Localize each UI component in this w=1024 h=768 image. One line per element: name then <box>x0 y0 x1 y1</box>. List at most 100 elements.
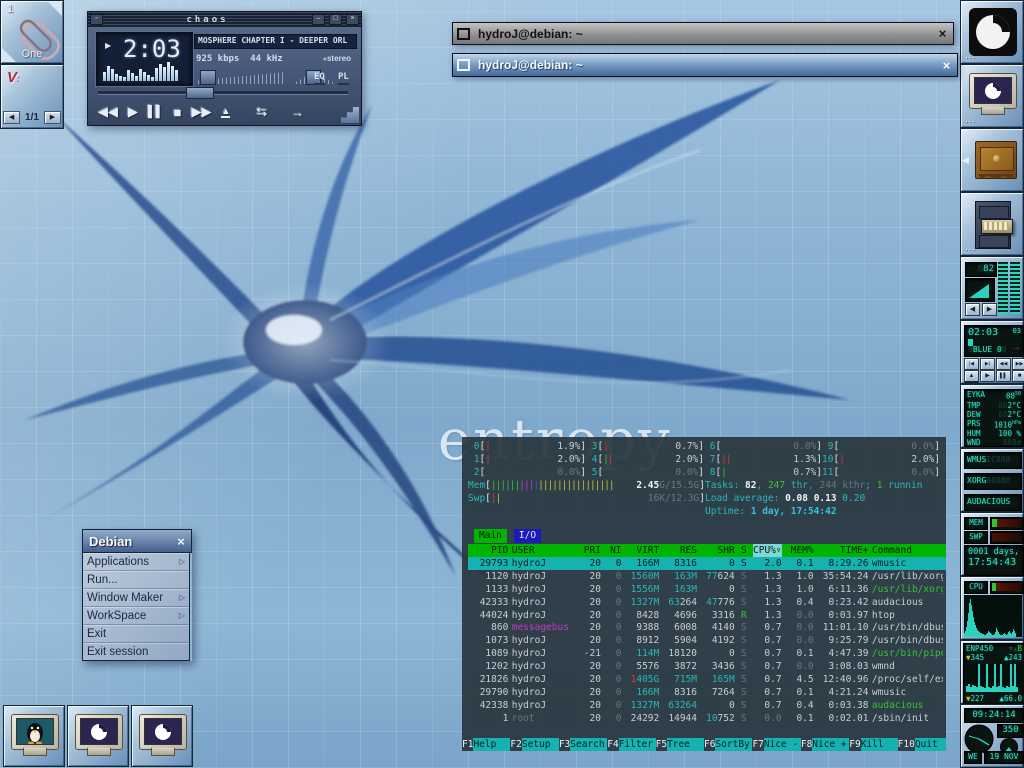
fkey-kill[interactable]: F9Kill <box>849 738 897 751</box>
column-header-command[interactable]: Command <box>872 544 943 557</box>
process-row[interactable]: 1202hydroJ200557638723436S0.70.03:08.03w… <box>468 660 946 673</box>
player-minimize-button[interactable]: – <box>312 14 325 25</box>
dock-tile-wmusic[interactable]: 02:03 03 8BLUE 08 → |◀ ▶| ◀◀ ▶▶ ▲ ▶ ▌▌ ■ <box>960 320 1024 384</box>
stop-button[interactable]: ■ <box>1012 370 1024 382</box>
menu-titlebar[interactable]: Debian × <box>82 529 192 553</box>
pager-next-button[interactable]: ▶ <box>44 111 61 124</box>
column-header-pri[interactable]: PRI <box>578 544 601 557</box>
dock-tile-mixer[interactable]: 882 ◀ ▶ <box>960 256 1024 320</box>
process-row[interactable]: 42338hydroJ2001327M632640S0.70.40:03.38a… <box>468 699 946 712</box>
player-titlebar[interactable]: ▫ chaos – □ × <box>88 12 361 27</box>
play-button[interactable]: ▶ <box>128 104 138 120</box>
dock-tile-app-displays[interactable]: WMUSIC888XORG88888AUDACIOUS <box>960 448 1024 512</box>
menu-item-exit[interactable]: Exit <box>83 625 189 643</box>
pause-button[interactable]: ▌▌ <box>148 106 164 118</box>
close-icon[interactable]: × <box>938 57 955 74</box>
menu-item-applications[interactable]: Applications▷ <box>83 553 189 571</box>
drawer-collapse-arrow[interactable]: ◀ <box>962 155 969 166</box>
terminal-window-1-titlebar[interactable]: hydroJ@debian: ~ × <box>452 22 954 45</box>
process-row[interactable]: 29790hydroJ200166M83167264S0.70.14:21.24… <box>468 686 946 699</box>
column-header-shr[interactable]: SHR <box>700 544 734 557</box>
pager-tile[interactable]: V: ◀ 1/1 ▶ <box>0 64 64 129</box>
play-button[interactable]: ▶ <box>980 370 995 382</box>
next-track-button[interactable]: ▶| <box>980 358 995 370</box>
dock-tile-weather[interactable]: EYKA0850 TMP882°CDEW882°CPRS1010hPaHUM10… <box>960 384 1024 448</box>
column-header-res[interactable]: RES <box>663 544 697 557</box>
menu-item-window-maker[interactable]: Window Maker▷ <box>83 589 189 607</box>
menu-item-exit-session[interactable]: Exit session <box>83 643 189 660</box>
process-row[interactable]: 1120hydroJ2001560M163M77624S1.31.035:54.… <box>468 570 946 583</box>
fkey-search[interactable]: F3Search <box>559 738 607 751</box>
column-header-virt[interactable]: VIRT <box>625 544 659 557</box>
process-row[interactable]: 1073hydroJ200891259044192S0.70.09:25.79/… <box>468 634 946 647</box>
process-row[interactable]: 29793hydroJ200166M83160S2.00.18:29.26wmu… <box>468 557 946 570</box>
dock-tile-network[interactable]: ENP450▼▲B ▼345▲243 ▼227▲66.0 <box>960 640 1024 704</box>
forward-button[interactable]: ▶▶ <box>191 104 211 120</box>
column-header-pid[interactable]: PID <box>474 544 508 557</box>
seek-bar[interactable] <box>98 91 348 95</box>
fast-forward-button[interactable]: ▶▶ <box>1012 358 1024 370</box>
fkey-tree[interactable]: F5Tree <box>656 738 704 751</box>
menu-item-workspace[interactable]: WorkSpace▷ <box>83 607 189 625</box>
close-icon[interactable]: × <box>934 25 951 42</box>
track-title-marquee[interactable]: MOSPHERE CHAPTER I - DEEPER ORL <box>194 34 357 49</box>
process-row[interactable]: 1root200242921494410752S0.00.10:02.01/sb… <box>468 712 946 725</box>
dock-drawer-tile[interactable]: ◀ <box>960 128 1024 192</box>
column-header-mem[interactable]: MEM% <box>785 544 814 557</box>
repeat-button[interactable]: → <box>291 105 304 120</box>
equalizer-button[interactable]: EQ <box>314 72 325 85</box>
fkey-nice[interactable]: F7Nice - <box>752 738 800 751</box>
tab-io[interactable]: I/O <box>514 529 541 543</box>
fkey-help[interactable]: F1Help <box>462 738 510 751</box>
dock-tile-filemanager[interactable]: ··· <box>960 192 1024 256</box>
seek-knob[interactable] <box>186 87 214 99</box>
process-row[interactable]: 1089hydroJ-210114M181200S0.70.14:47.39/u… <box>468 647 946 660</box>
volume-knob[interactable] <box>200 70 216 85</box>
fkey-quit[interactable]: F10Quit <box>898 738 946 751</box>
htop-window[interactable]: 0[|1.9%]3[|0.7%]6[0.0%]9[0.0%]1[|2.0%]4[… <box>462 437 946 751</box>
stop-button[interactable]: ■ <box>174 105 182 120</box>
process-row[interactable]: 44024hydroJ200842846963316R1.30.00:03.97… <box>468 609 946 622</box>
terminal-window-2-titlebar[interactable]: hydroJ@debian: ~ × <box>452 53 958 77</box>
process-row[interactable]: 42333hydroJ2001327M6326447776S1.30.40:23… <box>468 596 946 609</box>
dock-tile-terminal[interactable]: ··· <box>960 64 1024 128</box>
column-header-time[interactable]: TIME+ <box>817 544 868 557</box>
miniwindow-gnustep-terminal-1[interactable] <box>67 705 129 767</box>
menu-item-run-[interactable]: Run... <box>83 571 189 589</box>
miniwindow-tux-terminal[interactable] <box>3 705 65 767</box>
column-header-s[interactable]: S <box>738 544 749 557</box>
eject-button[interactable]: ▲ <box>964 370 979 383</box>
fkey-sortby[interactable]: F6SortBy <box>704 738 752 751</box>
fkey-nice[interactable]: F8Nice + <box>801 738 849 751</box>
miniaturize-icon[interactable] <box>455 57 472 74</box>
rewind-button[interactable]: ◀◀ <box>98 104 118 120</box>
previous-track-button[interactable]: |◀ <box>964 358 979 370</box>
workspace-clip[interactable]: 1 One <box>0 0 64 64</box>
process-row[interactable]: 860messagebus200938860084140S0.70.011:01… <box>468 621 946 634</box>
eject-button[interactable]: ▲ <box>221 106 230 118</box>
dock-tile-clock[interactable]: 09:24:14 350 WE 19 NOV <box>960 704 1024 768</box>
menu-close-icon[interactable]: × <box>171 534 191 549</box>
player-close-button[interactable]: × <box>346 14 359 25</box>
dock-tile-gnustep[interactable]: ··· <box>960 0 1024 64</box>
column-header-cpu[interactable]: CPU%▿ <box>753 544 782 557</box>
mixer-next-button[interactable]: ▶ <box>982 303 997 316</box>
pager-prev-button[interactable]: ◀ <box>3 111 20 124</box>
dock-tile-memload[interactable]: MEM SWP 0001 days, 17:54:43 <box>960 512 1024 576</box>
tab-main[interactable]: Main <box>474 529 507 543</box>
shuffle-button[interactable]: ⇆ <box>256 104 267 120</box>
miniaturize-icon[interactable] <box>455 25 472 42</box>
mixer-volume-triangle[interactable] <box>965 278 995 302</box>
column-header-user[interactable]: USER <box>512 544 575 557</box>
dock-tile-cpuload[interactable]: CPU <box>960 576 1024 640</box>
fkey-filter[interactable]: F4Filter <box>607 738 655 751</box>
column-header-ni[interactable]: NI <box>604 544 621 557</box>
player-shade-button[interactable]: □ <box>329 14 342 25</box>
miniwindow-gnustep-terminal-2[interactable] <box>131 705 193 767</box>
pause-button[interactable]: ▌▌ <box>996 370 1011 382</box>
process-row[interactable]: 21826hydroJ2001405G715M165MS0.74.512:40.… <box>468 673 946 686</box>
process-row[interactable]: 1133hydroJ2001556M163M0S1.31.06:11.36/us… <box>468 583 946 596</box>
playlist-button[interactable]: PL <box>338 72 349 85</box>
player-menu-icon[interactable]: ▫ <box>90 14 103 25</box>
rewind-button[interactable]: ◀◀ <box>996 358 1011 370</box>
